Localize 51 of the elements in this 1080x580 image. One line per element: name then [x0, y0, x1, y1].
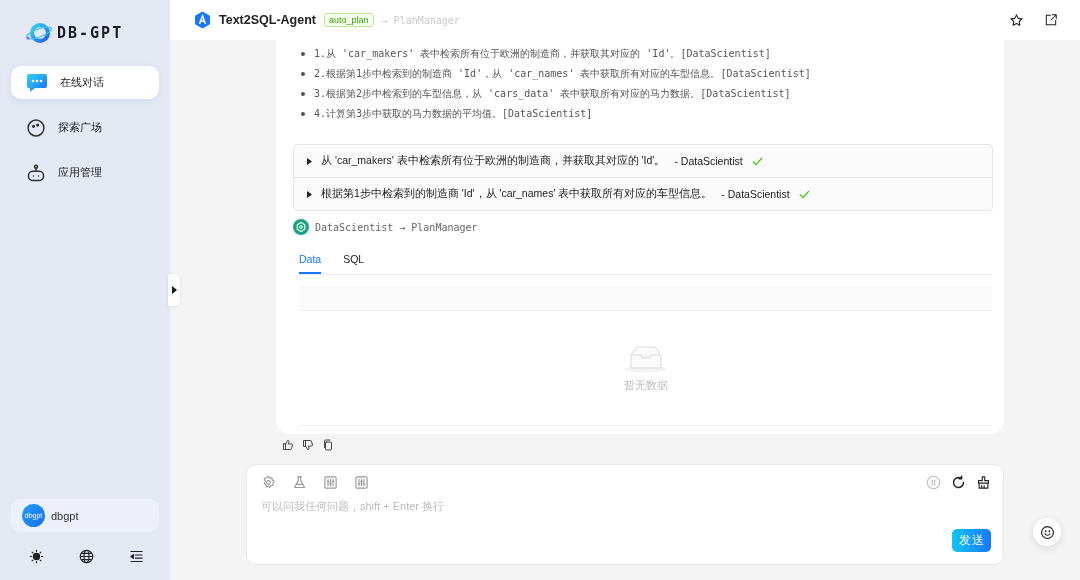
- task-agent: - DataScientist: [674, 155, 743, 167]
- task-text: 根据第1步中检索到的制造商 'Id'，从 'car_names' 表中获取所有对应的车型信息。: [321, 187, 713, 201]
- globe-icon[interactable]: [79, 548, 94, 564]
- task-row[interactable]: 根据第1步中检索到的制造商 'Id'，从 'car_names' 表中获取所有对应的车型信息。 - DataScientist: [294, 177, 992, 210]
- result-tab[interactable]: SQL: [343, 247, 365, 274]
- bullet-icon: [301, 92, 305, 96]
- plan-step: 3.根据第2步中检索到的车型信息，从 'cars_data' 表中获取所有对应的马力数据。[DataScientist]: [314, 87, 791, 101]
- plan-tag: auto_plan: [324, 13, 374, 27]
- flask-icon[interactable]: [292, 474, 307, 490]
- result-tab[interactable]: Data: [299, 247, 322, 274]
- collapse-menu-icon[interactable]: [129, 548, 144, 564]
- copy-icon[interactable]: [322, 439, 334, 451]
- nav-item[interactable]: 应用管理: [11, 156, 159, 189]
- thumbs-up-icon[interactable]: [282, 439, 294, 451]
- plan-step: 1.从 'car_makers' 表中检索所有位于欧洲的制造商，并获取其对应的 'Id'。[DataScientist]: [314, 47, 771, 61]
- star-icon[interactable]: [1009, 12, 1024, 28]
- chat-bubble-icon: [26, 72, 48, 93]
- arrow-label: →: [399, 221, 406, 233]
- bullet-icon: [301, 52, 305, 56]
- feedback-button[interactable]: [1033, 518, 1061, 546]
- empty-state-text: 暂无数据: [623, 379, 668, 393]
- empty-inbox-icon: [623, 343, 668, 373]
- logo-text: DB-GPT: [57, 24, 124, 42]
- broom-icon[interactable]: [976, 474, 991, 490]
- planet-logo-icon: [25, 21, 53, 45]
- agent-avatar-icon: [293, 219, 309, 235]
- robot-icon: [26, 162, 46, 183]
- sun-icon[interactable]: [29, 548, 44, 564]
- task-text: 从 'car_makers' 表中检索所有位于欧洲的制造商，并获取其对应的 'Id'。: [321, 154, 666, 168]
- thumbs-down-icon[interactable]: [302, 439, 314, 451]
- user-name: dbgpt: [51, 509, 79, 522]
- sliders-icon[interactable]: [323, 474, 338, 490]
- share-icon[interactable]: [1044, 12, 1058, 27]
- nav-item[interactable]: 探索广场: [11, 111, 159, 144]
- sender-label: DataScientist: [315, 221, 394, 233]
- agent-logo-icon: [194, 11, 211, 29]
- smiley-icon: [1039, 524, 1055, 540]
- bullet-icon: [301, 72, 305, 76]
- agent-title: Text2SQL-Agent: [219, 13, 316, 27]
- sliders-icon[interactable]: [354, 474, 369, 490]
- refresh-icon[interactable]: [951, 474, 966, 490]
- face-icon: [26, 117, 46, 138]
- nav-item[interactable]: 在线对话: [11, 66, 159, 99]
- plan-step: 4.计算第3步中获取的马力数据的平均值。[DataScientist]: [314, 107, 593, 121]
- plan-step: 2.根据第1步中检索到的制造商 'Id'，从 'car_names' 表中获取所有对应的车型信息。[DataScientist]: [314, 67, 811, 81]
- sidebar-toggle[interactable]: [168, 274, 180, 306]
- task-row[interactable]: 从 'car_makers' 表中检索所有位于欧洲的制造商，并获取其对应的 'Id'。 - DataScientist: [294, 145, 992, 177]
- recipient-label: PlanManager: [411, 221, 478, 233]
- bullet-icon: [301, 112, 305, 116]
- settings-icon[interactable]: [261, 474, 276, 490]
- task-agent: - DataScientist: [721, 188, 790, 200]
